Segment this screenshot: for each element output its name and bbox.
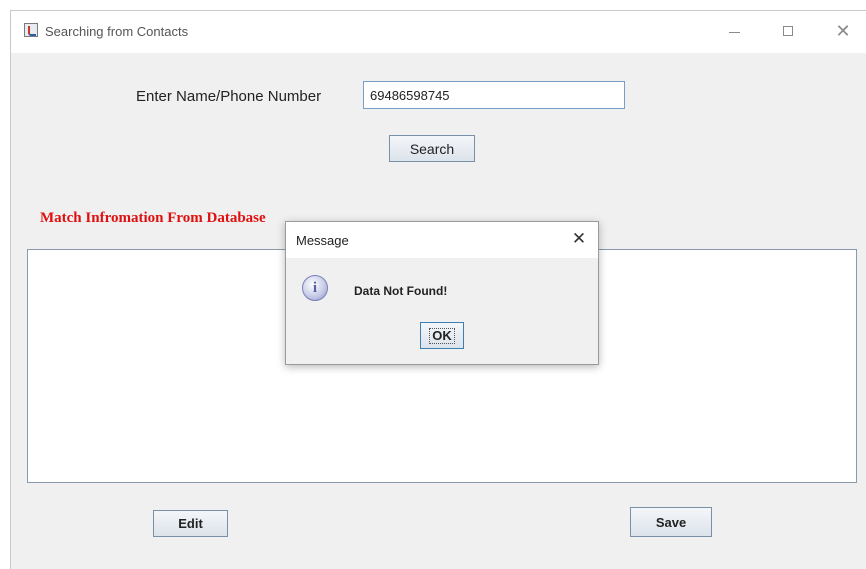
window-title: Searching from Contacts: [45, 24, 189, 39]
maximize-button[interactable]: [771, 19, 805, 43]
maximize-icon: [783, 26, 793, 36]
close-icon: ✕: [835, 20, 851, 41]
ok-button-label: OK: [429, 327, 455, 344]
minimize-icon: [728, 31, 740, 33]
window-titlebar: Searching from Contacts ✕: [11, 11, 866, 53]
dialog-message: Data Not Found!: [354, 284, 448, 298]
dialog-title: Message: [296, 233, 349, 248]
dialog-close-button[interactable]: ✕: [568, 228, 590, 250]
search-button[interactable]: Search: [389, 135, 475, 162]
close-button[interactable]: ✕: [826, 19, 860, 43]
java-app-icon: [24, 23, 38, 37]
ok-button[interactable]: OK: [420, 322, 464, 349]
message-dialog: Message ✕ i Data Not Found! OK: [285, 221, 599, 365]
minimize-button[interactable]: [717, 19, 751, 43]
edit-button[interactable]: Edit: [153, 510, 228, 537]
save-button[interactable]: Save: [630, 507, 712, 537]
dialog-titlebar: Message ✕: [286, 222, 598, 258]
results-heading: Match Infromation From Database: [40, 210, 266, 226]
search-label: Enter Name/Phone Number: [136, 88, 322, 105]
search-input[interactable]: [363, 81, 625, 109]
close-icon: ✕: [571, 229, 587, 248]
info-icon: i: [302, 275, 328, 301]
